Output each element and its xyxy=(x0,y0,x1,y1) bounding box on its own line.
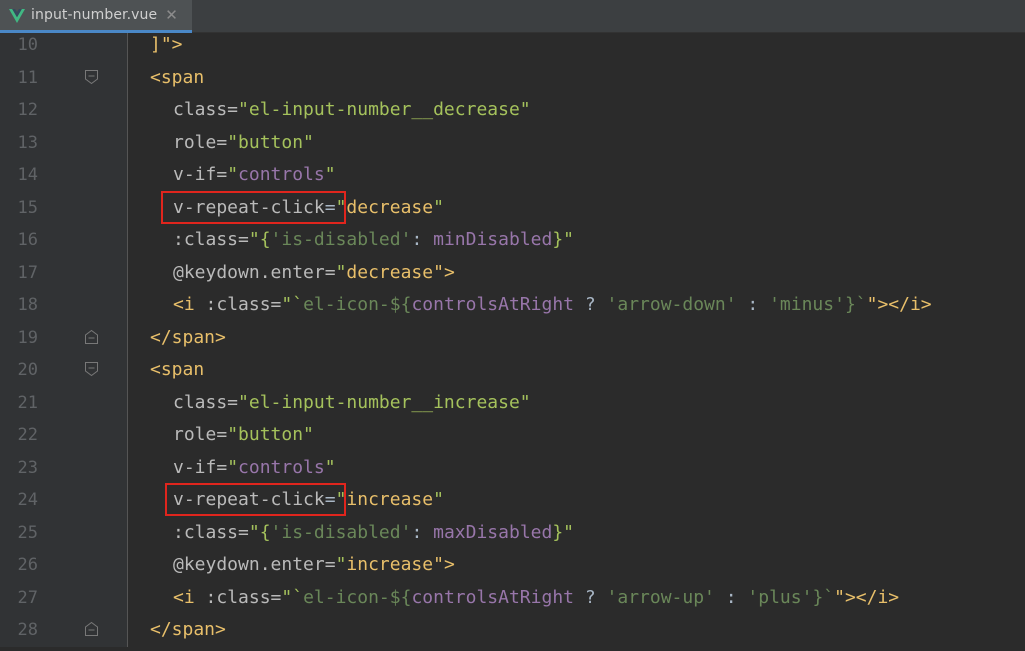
code-line-26[interactable]: @keydown.enter="increase"> xyxy=(0,553,1025,586)
tag-open: <i xyxy=(173,586,206,608)
attr-name: class= xyxy=(173,391,239,413)
colon: : xyxy=(411,521,434,543)
code-line-12[interactable]: class="el-input-number__decrease" xyxy=(0,98,1025,131)
string-literal: 'arrow-up' xyxy=(606,586,715,608)
code-editor[interactable]: 10 11 12 13 14 15 16 17 18 19 20 21 22 23 24 25 26 27 28 ]… xyxy=(0,33,1025,647)
attr-name: v-if= xyxy=(173,164,228,185)
handler-value: decrease xyxy=(346,261,434,283)
handler-value: increase xyxy=(346,554,434,575)
code-line-23[interactable]: v-if="controls" xyxy=(0,456,1025,489)
colon: : xyxy=(411,229,434,250)
quote: " xyxy=(227,456,239,478)
attr-name: class= xyxy=(173,99,239,120)
code-line-20[interactable]: <span xyxy=(0,358,1025,391)
quote-end: "> xyxy=(433,554,455,575)
quote: " xyxy=(335,554,347,575)
tag-close: "></i> xyxy=(866,294,932,315)
code-line-15[interactable]: v-repeat-click="decrease" xyxy=(0,196,1025,229)
attr-name: role= xyxy=(173,131,228,153)
tag-close: </span> xyxy=(150,619,226,640)
file-tab[interactable]: input-number.vue ✕ xyxy=(0,0,192,33)
string-literal: 'plus' xyxy=(747,586,813,608)
code-line-10[interactable]: ]"> xyxy=(0,33,1025,66)
attr-name: @keydown.enter= xyxy=(173,261,336,283)
quote: "` xyxy=(281,294,304,315)
attr-value: "button" xyxy=(227,424,314,445)
tag-open: <span xyxy=(150,359,205,380)
tag-close: "></i> xyxy=(834,586,900,608)
template-text: el-icon-${ xyxy=(303,294,412,315)
quote: " xyxy=(433,196,444,218)
code-line-24[interactable]: v-repeat-click="increase" xyxy=(0,488,1025,521)
close-tab-icon[interactable]: ✕ xyxy=(165,7,178,23)
code-line-19[interactable]: </span> xyxy=(0,326,1025,359)
template-close: }` xyxy=(812,586,835,608)
code-line-11[interactable]: <span xyxy=(0,66,1025,99)
operator: : xyxy=(714,586,748,608)
highlight-box-line-24 xyxy=(165,483,346,516)
quote: " xyxy=(324,164,336,185)
attr-value: "el-input-number__increase" xyxy=(238,391,531,413)
attr-name: role= xyxy=(173,424,228,445)
code-line-18[interactable]: <i :class="`el-icon-${controlsAtRight ? … xyxy=(0,293,1025,326)
code-line-22[interactable]: role="button" xyxy=(0,423,1025,456)
brace: "{ xyxy=(248,521,271,543)
brace: "{ xyxy=(248,229,271,250)
identifier: maxDisabled xyxy=(433,521,553,543)
tag-close: </span> xyxy=(150,326,226,348)
string-literal: 'minus' xyxy=(769,294,845,315)
template-text: el-icon-${ xyxy=(303,586,412,608)
class-key: 'is-disabled' xyxy=(270,229,412,250)
file-tab-label: input-number.vue xyxy=(31,7,158,23)
code-line-17[interactable]: @keydown.enter="decrease"> xyxy=(0,261,1025,294)
tag-open: <span xyxy=(150,66,205,88)
attr-value: "button" xyxy=(227,131,314,153)
identifier: minDisabled xyxy=(433,229,553,250)
quote: "` xyxy=(281,586,304,608)
class-key: 'is-disabled' xyxy=(270,521,412,543)
attr-name: v-if= xyxy=(173,456,228,478)
operator: ? xyxy=(574,586,607,608)
attr-value: controls xyxy=(238,456,325,478)
code-line-27[interactable]: <i :class="`el-icon-${controlsAtRight ? … xyxy=(0,586,1025,619)
code-line-16[interactable]: :class="{'is-disabled': minDisabled}" xyxy=(0,228,1025,261)
vue-file-icon xyxy=(9,8,25,23)
quote: " xyxy=(227,164,239,185)
brace: }" xyxy=(552,229,575,250)
code-text: ]"> xyxy=(150,34,183,55)
quote: " xyxy=(324,456,336,478)
attr-value: "el-input-number__decrease" xyxy=(238,99,531,120)
attr-name: :class= xyxy=(205,294,282,315)
template-close: }` xyxy=(844,294,867,315)
quote-end: "> xyxy=(433,261,455,283)
code-line-21[interactable]: class="el-input-number__increase" xyxy=(0,391,1025,424)
attr-name: :class= xyxy=(173,521,249,543)
attr-name: :class= xyxy=(205,586,282,608)
attr-value: controls xyxy=(238,164,325,185)
attr-name: :class= xyxy=(173,229,249,250)
quote: " xyxy=(433,489,444,510)
operator: : xyxy=(736,294,770,315)
directive-value: decrease xyxy=(346,196,434,218)
code-line-13[interactable]: role="button" xyxy=(0,131,1025,164)
tag-open: <i xyxy=(173,294,206,315)
string-literal: 'arrow-down' xyxy=(606,294,737,315)
code-line-14[interactable]: v-if="controls" xyxy=(0,163,1025,196)
identifier: controlsAtRight xyxy=(411,294,574,315)
operator: ? xyxy=(574,294,607,315)
brace: }" xyxy=(552,521,575,543)
code-line-28[interactable]: </span> xyxy=(0,618,1025,651)
identifier: controlsAtRight xyxy=(411,586,574,608)
editor-tab-bar: input-number.vue ✕ xyxy=(0,0,1025,33)
code-line-25[interactable]: :class="{'is-disabled': maxDisabled}" xyxy=(0,521,1025,554)
directive-value: increase xyxy=(346,489,434,510)
attr-name: @keydown.enter= xyxy=(173,554,336,575)
highlight-box-line-15 xyxy=(161,191,346,224)
quote: " xyxy=(335,261,347,283)
